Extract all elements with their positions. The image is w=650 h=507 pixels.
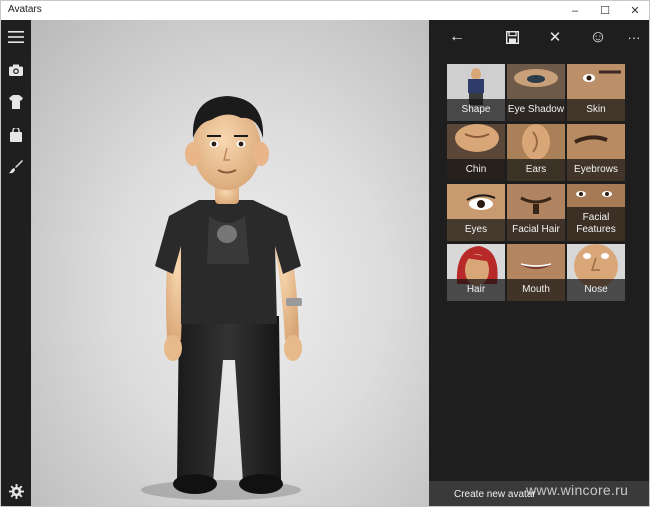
tile-label: Eye Shadow <box>507 99 565 121</box>
tile-mouth[interactable]: Mouth <box>507 244 565 301</box>
tile-label: Nose <box>567 279 625 301</box>
hamburger-menu-icon[interactable] <box>1 24 31 50</box>
left-nav-bar <box>1 20 31 506</box>
tile-label: Hair <box>447 279 505 301</box>
camera-icon[interactable] <box>1 57 31 83</box>
maximize-button[interactable]: ☐ <box>591 1 619 20</box>
tile-nose[interactable]: Nose <box>567 244 625 301</box>
paintbrush-icon[interactable] <box>1 154 31 180</box>
save-icon[interactable] <box>499 26 525 48</box>
tile-ears[interactable]: Ears <box>507 124 565 181</box>
tile-shape[interactable]: Shape <box>447 64 505 121</box>
shopping-bag-icon[interactable] <box>1 122 31 148</box>
avatars-app-window: Avatars – ☐ ✕ ← ✕ ☺ ··· Shape Eye Shadow… <box>0 0 650 507</box>
shirt-icon[interactable] <box>1 89 31 115</box>
tile-eyebrows[interactable]: Eyebrows <box>567 124 625 181</box>
avatar-figure <box>141 96 302 500</box>
minimize-button[interactable]: – <box>561 1 589 20</box>
tile-label: Chin <box>447 159 505 181</box>
back-arrow-icon[interactable]: ← <box>444 26 470 48</box>
tile-eyes[interactable]: Eyes <box>447 184 505 241</box>
tile-label: Facial Hair <box>507 219 565 241</box>
close-window-button[interactable]: ✕ <box>621 1 649 20</box>
emotion-icon[interactable]: ☺ <box>585 26 611 48</box>
tile-facial-hair[interactable]: Facial Hair <box>507 184 565 241</box>
tile-skin[interactable]: Skin <box>567 64 625 121</box>
settings-gear-icon[interactable] <box>1 478 31 504</box>
watermark-text: www.wincore.ru <box>526 482 629 498</box>
tile-label: Shape <box>447 99 505 121</box>
more-icon[interactable]: ··· <box>621 26 647 48</box>
tile-hair[interactable]: Hair <box>447 244 505 301</box>
tile-label: Facial Features <box>567 207 625 241</box>
tile-label: Mouth <box>507 279 565 301</box>
tile-eye-shadow[interactable]: Eye Shadow <box>507 64 565 121</box>
tile-label: Eyes <box>447 219 505 241</box>
avatar-preview-canvas[interactable] <box>31 20 429 506</box>
customization-panel: ← ✕ ☺ ··· Shape Eye Shadow Skin Chin Ear… <box>429 20 649 506</box>
close-icon[interactable]: ✕ <box>542 26 568 48</box>
tile-facial-features[interactable]: Facial Features <box>567 184 625 241</box>
tile-chin[interactable]: Chin <box>447 124 505 181</box>
window-title: Avatars <box>8 4 42 15</box>
tile-label: Ears <box>507 159 565 181</box>
tile-label: Eyebrows <box>567 159 625 181</box>
tile-label: Skin <box>567 99 625 121</box>
title-bar: Avatars – ☐ ✕ <box>1 1 649 20</box>
